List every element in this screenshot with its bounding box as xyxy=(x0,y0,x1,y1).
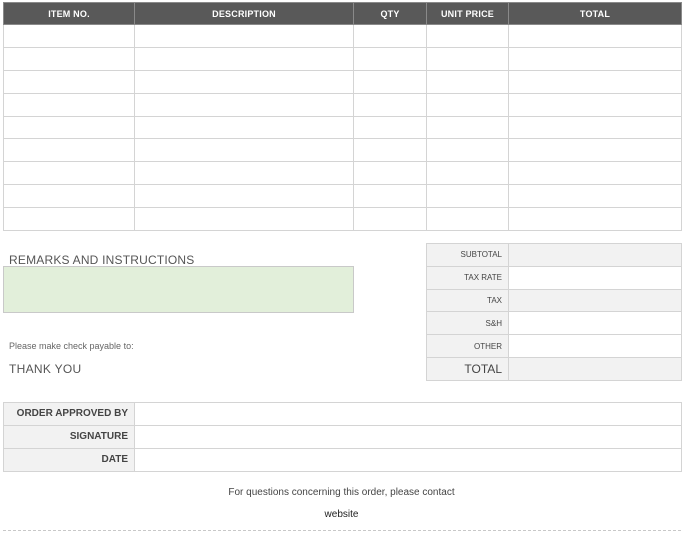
other-value[interactable] xyxy=(508,334,682,358)
description-cell[interactable] xyxy=(134,161,354,186)
totals-row-total: TOTAL xyxy=(426,356,682,381)
table-row xyxy=(3,92,682,117)
column-header-description: DESCRIPTION xyxy=(134,2,354,25)
tax-value[interactable] xyxy=(508,288,682,313)
description-cell[interactable] xyxy=(134,207,354,232)
qty-cell[interactable] xyxy=(353,161,427,186)
order-approved-by-label: ORDER APPROVED BY xyxy=(3,402,135,426)
totals-row-tax-rate: TAX RATE xyxy=(426,265,682,290)
total-cell[interactable] xyxy=(508,24,682,48)
shipping-handling-label: S&H xyxy=(426,311,509,336)
qty-cell[interactable] xyxy=(353,24,427,48)
item-no-cell[interactable] xyxy=(3,69,135,94)
total-value[interactable] xyxy=(508,356,682,381)
table-row xyxy=(3,207,682,232)
date-label: DATE xyxy=(3,447,135,472)
item-no-cell[interactable] xyxy=(3,46,135,71)
total-cell[interactable] xyxy=(508,184,682,209)
item-no-cell[interactable] xyxy=(3,184,135,209)
unit-price-cell[interactable] xyxy=(426,138,509,163)
item-no-cell[interactable] xyxy=(3,92,135,117)
bottom-divider xyxy=(3,530,681,531)
table-row xyxy=(3,69,682,94)
description-cell[interactable] xyxy=(134,184,354,209)
date-field[interactable] xyxy=(134,447,682,472)
approval-row-signature: SIGNATURE xyxy=(3,424,682,449)
total-cell[interactable] xyxy=(508,115,682,140)
other-label: OTHER xyxy=(426,334,509,358)
total-cell[interactable] xyxy=(508,207,682,232)
unit-price-cell[interactable] xyxy=(426,92,509,117)
item-no-cell[interactable] xyxy=(3,24,135,48)
website-link[interactable]: website xyxy=(0,509,683,520)
qty-cell[interactable] xyxy=(353,46,427,71)
unit-price-cell[interactable] xyxy=(426,46,509,71)
unit-price-cell[interactable] xyxy=(426,207,509,232)
qty-cell[interactable] xyxy=(353,69,427,94)
table-row xyxy=(3,184,682,209)
line-items-table: ITEM NO. DESCRIPTION QTY UNIT PRICE TOTA… xyxy=(3,2,682,232)
table-row xyxy=(3,46,682,71)
tax-rate-label: TAX RATE xyxy=(426,265,509,290)
qty-cell[interactable] xyxy=(353,115,427,140)
subtotal-value[interactable] xyxy=(508,243,682,267)
totals-table: SUBTOTAL TAX RATE TAX S&H OTHER TOTAL xyxy=(426,243,682,381)
table-row xyxy=(3,138,682,163)
signature-field[interactable] xyxy=(134,424,682,449)
contact-text: For questions concerning this order, ple… xyxy=(228,487,455,498)
totals-row-shipping: S&H xyxy=(426,311,682,336)
total-cell[interactable] xyxy=(508,161,682,186)
totals-row-tax: TAX xyxy=(426,288,682,313)
unit-price-cell[interactable] xyxy=(426,24,509,48)
line-items-header-row: ITEM NO. DESCRIPTION QTY UNIT PRICE TOTA… xyxy=(3,2,682,25)
column-header-unit-price: UNIT PRICE xyxy=(426,2,509,25)
unit-price-cell[interactable] xyxy=(426,69,509,94)
total-cell[interactable] xyxy=(508,46,682,71)
column-header-item-no: ITEM NO. xyxy=(3,2,135,25)
qty-cell[interactable] xyxy=(353,207,427,232)
signature-label: SIGNATURE xyxy=(3,424,135,449)
thank-you-text: THANK YOU xyxy=(9,362,82,376)
description-cell[interactable] xyxy=(134,92,354,117)
subtotal-label: SUBTOTAL xyxy=(426,243,509,267)
order-approved-by-field[interactable] xyxy=(134,402,682,426)
table-row xyxy=(3,24,682,48)
totals-row-subtotal: SUBTOTAL xyxy=(426,243,682,267)
total-cell[interactable] xyxy=(508,69,682,94)
table-row xyxy=(3,161,682,186)
tax-rate-value[interactable] xyxy=(508,265,682,290)
item-no-cell[interactable] xyxy=(3,161,135,186)
item-no-cell[interactable] xyxy=(3,207,135,232)
qty-cell[interactable] xyxy=(353,184,427,209)
unit-price-cell[interactable] xyxy=(426,184,509,209)
item-no-cell[interactable] xyxy=(3,115,135,140)
totals-row-other: OTHER xyxy=(426,334,682,358)
payable-to-text: Please make check payable to: xyxy=(9,341,134,351)
qty-cell[interactable] xyxy=(353,138,427,163)
description-cell[interactable] xyxy=(134,69,354,94)
column-header-qty: QTY xyxy=(353,2,427,25)
unit-price-cell[interactable] xyxy=(426,115,509,140)
approval-table: ORDER APPROVED BY SIGNATURE DATE xyxy=(3,402,682,472)
qty-cell[interactable] xyxy=(353,92,427,117)
unit-price-cell[interactable] xyxy=(426,161,509,186)
approval-row-date: DATE xyxy=(3,447,682,472)
table-row xyxy=(3,115,682,140)
shipping-handling-value[interactable] xyxy=(508,311,682,336)
total-cell[interactable] xyxy=(508,92,682,117)
item-no-cell[interactable] xyxy=(3,138,135,163)
description-cell[interactable] xyxy=(134,115,354,140)
description-cell[interactable] xyxy=(134,46,354,71)
line-items-body xyxy=(3,24,682,232)
tax-label: TAX xyxy=(426,288,509,313)
column-header-total: TOTAL xyxy=(508,2,682,25)
remarks-input[interactable] xyxy=(3,266,354,313)
description-cell[interactable] xyxy=(134,24,354,48)
total-cell[interactable] xyxy=(508,138,682,163)
description-cell[interactable] xyxy=(134,138,354,163)
total-label: TOTAL xyxy=(426,356,509,381)
approval-row-approved-by: ORDER APPROVED BY xyxy=(3,402,682,426)
remarks-label: REMARKS AND INSTRUCTIONS xyxy=(9,253,195,267)
